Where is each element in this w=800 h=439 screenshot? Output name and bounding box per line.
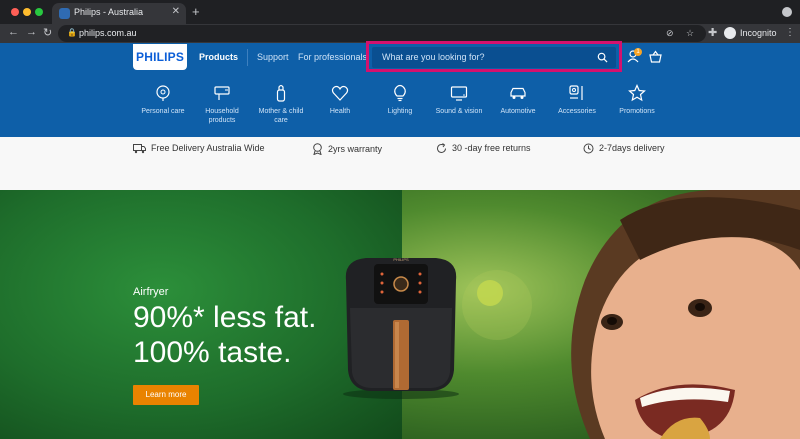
bookmark-star-icon[interactable]: ☆	[686, 28, 694, 39]
lock-icon: 🔒	[67, 28, 77, 37]
heart-icon	[331, 85, 349, 101]
philips-logo[interactable]: PHILIPS	[133, 44, 187, 70]
medal-icon	[313, 143, 322, 156]
browser-menu-icon[interactable]: ⋮	[785, 27, 795, 38]
category-mother-child-care[interactable]: Mother & child care	[251, 84, 311, 125]
usp-label: Free Delivery Australia Wide	[151, 143, 265, 153]
bulb-icon	[394, 84, 406, 102]
philips-favicon-icon	[59, 8, 70, 19]
cart-count-badge: 1	[634, 48, 642, 56]
category-lighting[interactable]: Lighting	[370, 84, 430, 116]
tv-icon	[450, 86, 468, 101]
nav-support[interactable]: Support	[257, 52, 289, 62]
personal-care-icon	[156, 85, 170, 101]
hero-kicker: Airfryer	[133, 286, 169, 298]
forward-icon[interactable]: →	[26, 26, 37, 38]
category-label: Lighting	[387, 108, 413, 115]
search-placeholder: What are you looking for?	[382, 52, 485, 62]
search-input[interactable]: What are you looking for?	[372, 47, 616, 68]
tab-title: Philips - Australia	[74, 7, 144, 17]
category-accessories[interactable]: Accessories	[547, 84, 607, 116]
hero-banner[interactable]: PHILIPS Airfryer 90%* less fat. 100% tas…	[0, 190, 800, 439]
star-icon	[628, 84, 646, 102]
eye-off-icon[interactable]: ⊘	[666, 28, 674, 39]
car-icon	[510, 87, 526, 99]
basket-icon[interactable]	[649, 50, 662, 63]
accessories-icon	[569, 85, 583, 100]
hero-headline-1: 90%* less fat.	[133, 301, 317, 334]
airfryer-product-image: PHILIPS	[343, 257, 459, 399]
tab-bar: Philips - Australia ✕ +	[0, 0, 800, 24]
household-icon	[214, 86, 230, 100]
usp-bar: Free Delivery Australia Wide 2yrs warran…	[0, 137, 800, 190]
nav-divider	[247, 49, 248, 66]
category-label: Sound & vision	[435, 108, 483, 115]
learn-more-button[interactable]: Learn more	[133, 385, 199, 405]
browser-tab[interactable]: Philips - Australia ✕	[52, 3, 186, 24]
category-label: Health	[329, 108, 351, 115]
usp-warranty: 2yrs warranty	[312, 143, 383, 156]
minimize-window-button[interactable]	[23, 8, 31, 16]
tab-search-icon[interactable]	[782, 7, 792, 17]
category-label: Promotions	[619, 108, 655, 115]
category-label: Mother & child care	[258, 108, 304, 124]
return-icon	[437, 143, 446, 153]
category-household-products[interactable]: Household products	[192, 84, 252, 125]
tab-close-icon[interactable]: ✕	[172, 6, 180, 17]
incognito-icon[interactable]	[724, 27, 736, 39]
search-icon[interactable]	[597, 52, 608, 63]
incognito-label: Incognito	[740, 28, 777, 38]
hero-headline-2: 100% taste.	[133, 336, 292, 369]
bottle-icon	[276, 84, 286, 102]
clock-icon	[583, 143, 594, 154]
product-brand-text: PHILIPS	[393, 257, 409, 262]
nav-products[interactable]: Products	[199, 52, 238, 62]
maximize-window-button[interactable]	[35, 8, 43, 16]
category-label: Personal care	[141, 108, 185, 115]
category-personal-care[interactable]: Personal care	[133, 84, 193, 116]
category-label: Household products	[205, 108, 239, 124]
category-health[interactable]: Health	[310, 84, 370, 116]
category-sound-vision[interactable]: Sound & vision	[429, 84, 489, 116]
new-tab-button[interactable]: +	[192, 4, 200, 19]
category-label: Automotive	[500, 108, 536, 115]
reload-icon[interactable]: ↻	[43, 26, 52, 39]
bokeh-glow	[462, 270, 532, 340]
truck-icon	[133, 144, 146, 154]
category-label: Accessories	[558, 108, 596, 115]
logo-text: PHILIPS	[136, 50, 185, 64]
back-icon[interactable]: ←	[8, 26, 19, 38]
usp-label: 30 -day free returns	[452, 143, 531, 153]
extensions-icon[interactable]: ✚	[708, 26, 717, 39]
address-bar[interactable]: 🔒 philips.com.au ⊘ ☆	[58, 25, 706, 42]
usp-delivery-time: 2-7days delivery	[583, 143, 665, 154]
usp-free-delivery: Free Delivery Australia Wide	[133, 143, 265, 154]
close-window-button[interactable]	[11, 8, 19, 16]
usp-returns: 30 -day free returns	[436, 143, 531, 154]
browser-window: Philips - Australia ✕ + ← → ↻ 🔒 philips.…	[0, 0, 800, 439]
url-text: philips.com.au	[79, 28, 137, 38]
category-automotive[interactable]: Automotive	[488, 84, 548, 116]
usp-label: 2-7days delivery	[599, 143, 665, 153]
smiling-girl-image	[571, 190, 800, 439]
category-bar: Personal care Household products Mother …	[0, 72, 800, 137]
usp-label: 2yrs warranty	[328, 144, 383, 154]
nav-for-professionals[interactable]: For professionals	[298, 52, 367, 62]
category-promotions[interactable]: Promotions	[607, 84, 667, 116]
